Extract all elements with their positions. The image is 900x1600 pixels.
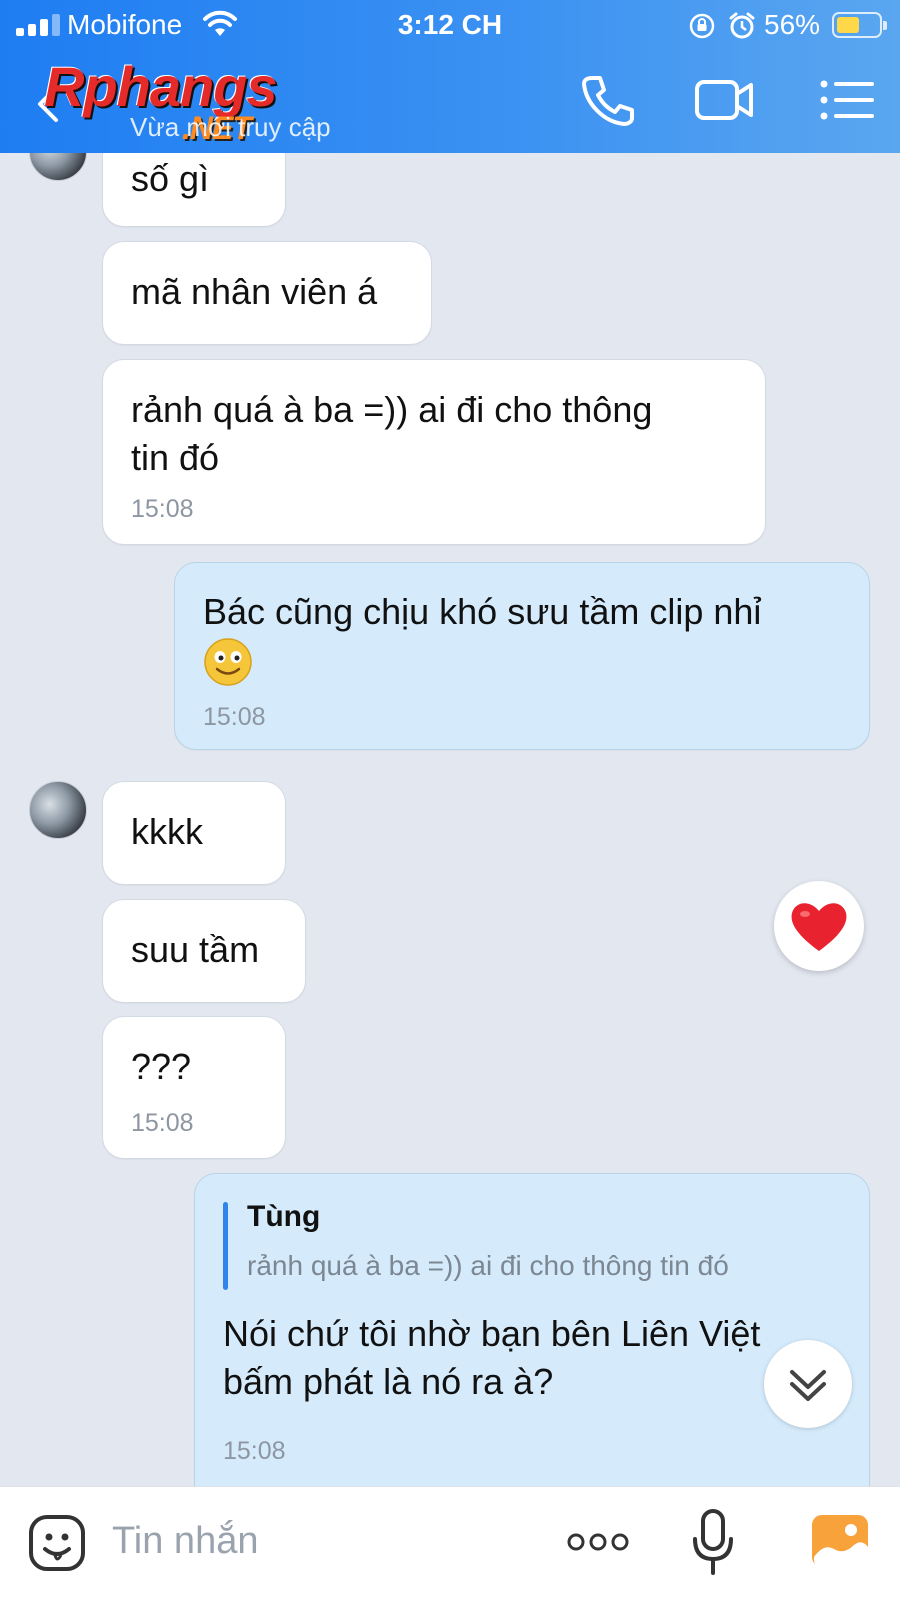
avatar[interactable] [29,153,87,181]
message-text: kkkk [131,811,203,852]
watermark-logo: Rphangs .NET [44,55,278,146]
message-time: 15:08 [203,703,266,731]
video-icon[interactable] [694,72,754,128]
quote-bar [223,1202,228,1290]
message-time: 15:08 [223,1437,286,1465]
photo-icon[interactable] [810,1513,870,1569]
message-text: suu tầm [131,929,260,970]
message-input[interactable] [112,1509,532,1573]
microphone-icon[interactable] [690,1507,736,1579]
message-bubble[interactable]: rảnh quá à ba =)) ai đi cho thông tin đó … [102,359,766,545]
contact-status: Vừa mới truy cập [130,112,331,142]
more-icon[interactable] [566,1527,630,1557]
reaction-button[interactable] [774,881,864,971]
message-bubble[interactable]: kkkk [102,781,286,885]
scroll-to-bottom-button[interactable] [764,1340,852,1428]
message-text: số gì [131,158,210,199]
message-bubble[interactable]: số gì [102,153,286,227]
message-list[interactable]: số gì mã nhân viên á rảnh quá à ba =)) a… [0,153,900,1486]
message-bubble-sent[interactable]: Tùng rảnh quá à ba =)) ai đi cho thông t… [194,1173,870,1486]
message-text: mã nhân viên á [131,271,378,312]
alarm-icon [729,12,755,39]
rotation-lock-icon [689,13,715,39]
double-chevron-down-icon [790,1370,826,1401]
phone-icon[interactable] [578,72,638,128]
smiley-icon [204,638,252,687]
battery-icon [832,12,887,38]
message-text: Nói chứ tôi nhờ bạn bên Liên Việt bấm phá… [223,1313,761,1402]
avatar[interactable] [29,781,87,839]
message-bubble-sent[interactable]: Bác cũng chịu khó sưu tầm clip nhỉ 15:08 [174,562,870,750]
sticker-icon[interactable] [28,1513,86,1573]
message-time: 15:08 [131,1109,194,1137]
quote-author: Tùng [247,1200,321,1233]
message-composer [0,1486,900,1600]
battery-level [837,17,860,33]
message-text: ??? [131,1046,192,1087]
message-text: Bác cũng chịu khó sưu tầm clip nhỉ [203,588,761,687]
message-time: 15:08 [131,495,194,523]
message-bubble[interactable]: suu tầm [102,899,306,1003]
message-bubble[interactable]: ??? 15:08 [102,1016,286,1159]
quote-text: rảnh quá à ba =)) ai đi cho thông tin đó [247,1250,729,1281]
status-bar: Mobifone 3:12 CH 56% [0,0,900,52]
chat-header: Mobifone 3:12 CH 56% Rphangs .NET Vừa mớ… [0,0,900,153]
menu-icon[interactable] [818,72,878,128]
heart-icon [791,903,847,951]
message-text: rảnh quá à ba =)) ai đi cho thông tin đó [131,389,653,478]
battery-percent: 56% [764,9,821,40]
message-bubble[interactable]: mã nhân viên á [102,241,432,345]
